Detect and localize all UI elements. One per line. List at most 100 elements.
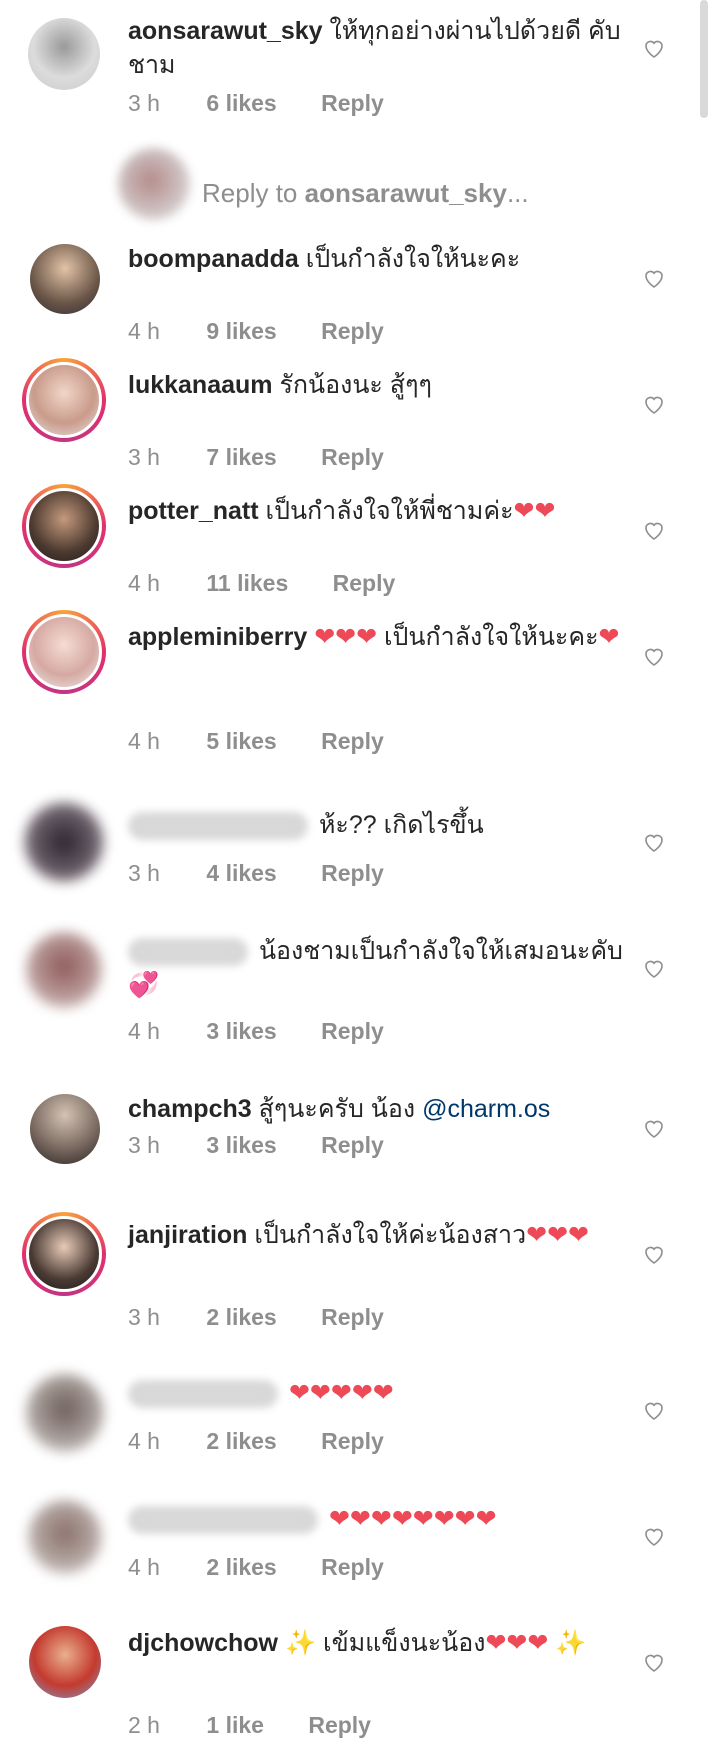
comment-username[interactable] <box>128 812 308 841</box>
comment-meta: 2 h 1 like Reply <box>128 1712 371 1739</box>
comment-username[interactable]: champch3 <box>128 1095 252 1123</box>
reply-button[interactable]: Reply <box>321 1018 384 1045</box>
reply-button[interactable]: Reply <box>321 318 384 345</box>
avatar[interactable] <box>22 610 106 694</box>
heart-icon[interactable] <box>642 1242 666 1266</box>
comment-time: 4 h <box>128 1018 160 1044</box>
comment-time: 3 h <box>128 90 160 116</box>
comment-meta: 4 h 2 likes Reply <box>128 1428 384 1455</box>
comment-body: สู้ๆนะครับ น้อง <box>258 1095 423 1123</box>
avatar[interactable] <box>28 1500 102 1574</box>
comment-username[interactable]: djchowchow <box>128 1629 278 1657</box>
comment-likes[interactable]: 6 likes <box>206 90 276 117</box>
avatar[interactable] <box>24 802 104 882</box>
reply-button[interactable]: Reply <box>333 570 396 597</box>
reply-button[interactable]: Reply <box>321 1132 384 1159</box>
comment-username[interactable]: janjiration <box>128 1221 247 1249</box>
scrollbar[interactable] <box>700 0 708 118</box>
comment-username[interactable] <box>128 1506 318 1535</box>
comment-likes[interactable]: 9 likes <box>206 318 276 345</box>
reply-button[interactable]: Reply <box>321 728 384 755</box>
comment-text: ❤❤❤❤❤❤❤❤ <box>128 1502 628 1536</box>
avatar[interactable] <box>22 484 106 568</box>
comment-time: 2 h <box>128 1712 160 1738</box>
avatar[interactable] <box>29 1626 101 1698</box>
comment-likes[interactable]: 5 likes <box>206 728 276 755</box>
comment-likes[interactable]: 2 likes <box>206 1428 276 1455</box>
reply-composer[interactable]: Reply to aonsarawut_sky... <box>0 148 708 220</box>
avatar <box>118 148 190 220</box>
comment-meta: 4 h 9 likes Reply <box>128 318 384 345</box>
mention-link[interactable]: @charm.os <box>422 1095 550 1123</box>
comment-likes[interactable]: 4 likes <box>206 860 276 887</box>
comment-likes[interactable]: 3 likes <box>206 1018 276 1045</box>
reply-button[interactable]: Reply <box>321 1304 384 1331</box>
comment-likes[interactable]: 1 like <box>206 1712 264 1739</box>
comment-likes[interactable]: 7 likes <box>206 444 276 471</box>
reply-suffix: ... <box>506 178 529 208</box>
comment-time: 3 h <box>128 1304 160 1330</box>
comment-username[interactable] <box>128 1380 278 1409</box>
comment-body: ❤❤❤❤❤ <box>288 1379 394 1407</box>
comment-time: 4 h <box>128 1554 160 1580</box>
reply-input[interactable]: Reply to aonsarawut_sky... <box>202 178 529 209</box>
avatar[interactable] <box>26 1374 104 1452</box>
comment-meta: 3 h 6 likes Reply <box>128 90 384 117</box>
comment-body: รักน้องนะ สู้ๆๆ <box>279 371 432 399</box>
avatar[interactable] <box>22 358 106 442</box>
avatar[interactable] <box>26 932 102 1008</box>
comment-meta: 3 h 4 likes Reply <box>128 860 384 887</box>
comment-likes[interactable]: 3 likes <box>206 1132 276 1159</box>
heart-icon[interactable] <box>642 36 666 60</box>
comment-username[interactable]: lukkanaaum <box>128 371 273 399</box>
avatar[interactable] <box>22 1212 106 1296</box>
comment-text: champch3 สู้ๆนะครับ น้อง @charm.os <box>128 1092 628 1126</box>
reply-username: aonsarawut_sky <box>304 178 507 208</box>
reply-button[interactable]: Reply <box>308 1712 371 1739</box>
comment-text: aonsarawut_sky ให้ทุกอย่างผ่านไปด้วยดี ค… <box>128 14 628 82</box>
comment-time: 4 h <box>128 728 160 754</box>
comment-meta: 4 h 3 likes Reply <box>128 1018 384 1045</box>
avatar[interactable] <box>28 18 100 90</box>
heart-icon[interactable] <box>642 518 666 542</box>
comment-body: ห้ะ?? เกิดไรขึ้น <box>318 811 484 839</box>
comment-text: potter_natt เป็นกำลังใจให้พี่ชามค่ะ❤❤ <box>128 494 628 528</box>
comment-meta: 4 h 2 likes Reply <box>128 1554 384 1581</box>
comment-text: janjiration เป็นกำลังใจให้ค่ะน้องสาว❤❤❤ <box>128 1218 628 1252</box>
heart-icon[interactable] <box>642 392 666 416</box>
reply-button[interactable]: Reply <box>321 90 384 117</box>
comment-username[interactable]: potter_natt <box>128 497 259 525</box>
heart-icon[interactable] <box>642 956 666 980</box>
avatar[interactable] <box>30 1094 100 1164</box>
comment-username[interactable]: aonsarawut_sky <box>128 17 323 45</box>
comment-likes[interactable]: 2 likes <box>206 1554 276 1581</box>
comment-meta: 3 h 7 likes Reply <box>128 444 384 471</box>
heart-icon[interactable] <box>642 1524 666 1548</box>
heart-icon[interactable] <box>642 266 666 290</box>
comment-time: 3 h <box>128 1132 160 1158</box>
comment-body: ❤❤❤ เป็นกำลังใจให้นะคะ❤ <box>314 623 620 651</box>
reply-button[interactable]: Reply <box>321 1428 384 1455</box>
heart-icon[interactable] <box>642 1398 666 1422</box>
heart-icon[interactable] <box>642 1116 666 1140</box>
comment-username[interactable]: boompanadda <box>128 245 299 273</box>
comment-body: ❤❤❤❤❤❤❤❤ <box>328 1505 497 1533</box>
heart-icon[interactable] <box>642 644 666 668</box>
comment-likes[interactable]: 11 likes <box>206 570 288 597</box>
avatar[interactable] <box>30 244 100 314</box>
heart-icon[interactable] <box>642 1650 666 1674</box>
comment-body: ✨ เข้มแข็งนะน้อง❤❤❤ ✨ <box>284 1629 587 1657</box>
comment-likes[interactable]: 2 likes <box>206 1304 276 1331</box>
comment-time: 3 h <box>128 860 160 886</box>
comment-username[interactable]: appleminiberry <box>128 623 307 651</box>
reply-button[interactable]: Reply <box>321 444 384 471</box>
reply-button[interactable]: Reply <box>321 860 384 887</box>
comment-body: เป็นกำลังใจให้นะคะ <box>305 245 521 273</box>
heart-icon[interactable] <box>642 830 666 854</box>
comment-username[interactable] <box>128 938 248 967</box>
reply-button[interactable]: Reply <box>321 1554 384 1581</box>
comment-time: 4 h <box>128 570 160 596</box>
comment-body: เป็นกำลังใจให้ค่ะน้องสาว❤❤❤ <box>254 1221 589 1249</box>
comment-meta: 3 h 3 likes Reply <box>128 1132 384 1159</box>
comment-time: 4 h <box>128 1428 160 1454</box>
